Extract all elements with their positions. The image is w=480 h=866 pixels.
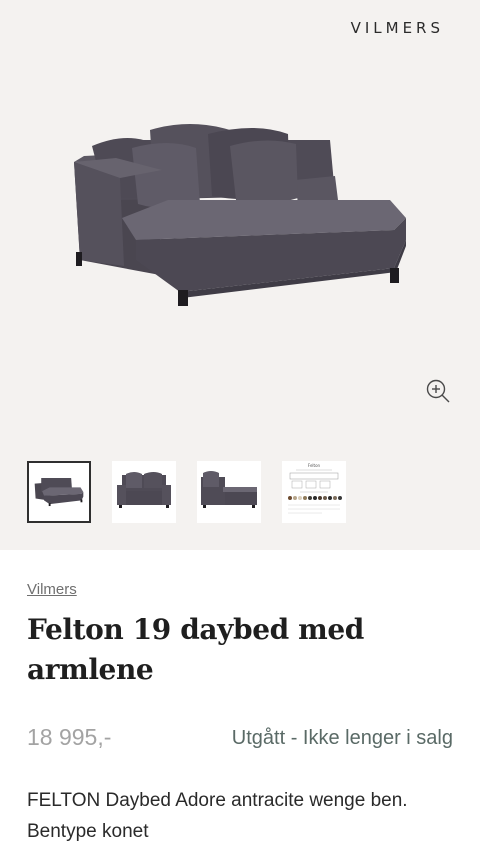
thumbnail-side-view[interactable] xyxy=(197,461,261,523)
breadcrumb-brand-link[interactable]: Vilmers xyxy=(27,581,77,598)
thumbnail-spec-sheet[interactable]: Felton xyxy=(282,461,346,523)
main-product-image[interactable] xyxy=(40,100,440,330)
product-description: FELTON Daybed Adore antracite wenge ben.… xyxy=(27,790,408,842)
product-price: 18 995,- xyxy=(27,724,112,750)
product-gallery: VILMERS Felton xyxy=(0,0,480,550)
svg-text:Felton: Felton xyxy=(308,463,321,468)
zoom-in-icon[interactable] xyxy=(424,377,452,405)
sofa-thumbnail-image xyxy=(34,477,84,507)
sofa-thumbnail-image xyxy=(117,472,171,508)
sofa-thumbnail-image xyxy=(201,471,257,508)
brand-logo[interactable]: VILMERS xyxy=(351,19,444,37)
thumbnail-strip: Felton xyxy=(0,461,480,523)
spec-sheet-thumbnail-image: Felton xyxy=(288,463,342,514)
thumbnail-front-view[interactable] xyxy=(112,461,176,523)
product-title: Felton 19 daybed med armlene xyxy=(27,613,364,686)
thumbnail-angle-view[interactable] xyxy=(27,461,91,523)
availability-status: Utgått - Ikke lenger i salg xyxy=(231,727,453,749)
